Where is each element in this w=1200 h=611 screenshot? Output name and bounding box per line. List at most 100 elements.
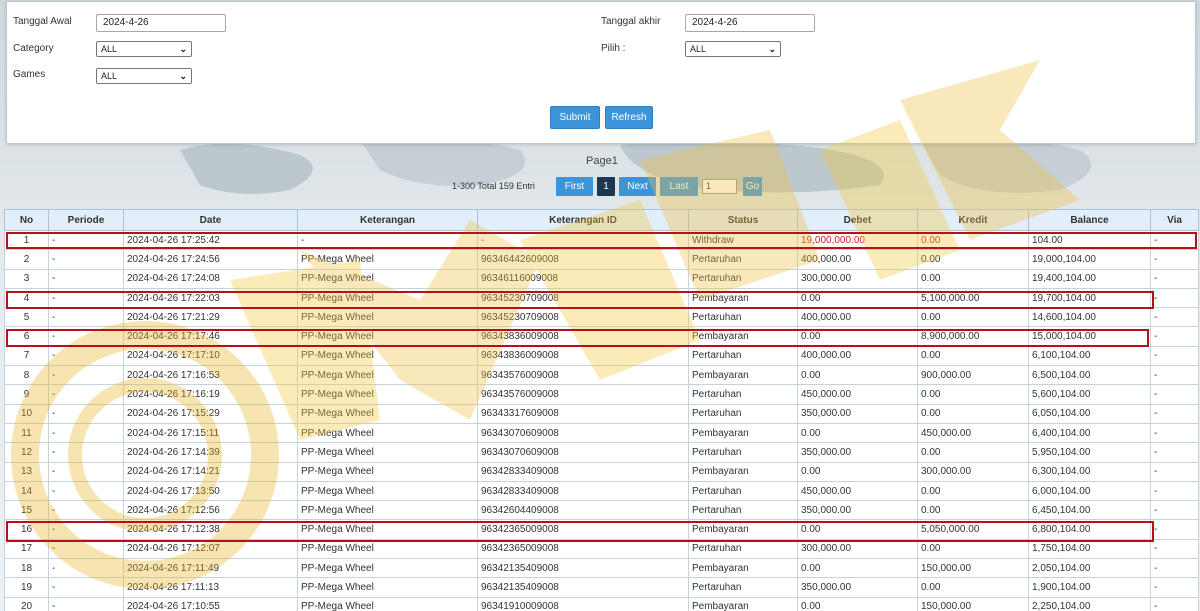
table-row: 14-2024-04-26 17:13:50 PP-Mega Wheel 96342…	[4, 480, 1199, 502]
table-cell: 5,600,104.00	[1028, 384, 1151, 405]
category-select[interactable]: ALL ⌄	[96, 41, 192, 57]
table-cell: 4	[4, 287, 49, 309]
table-cell: -	[48, 365, 124, 386]
table-cell: -	[48, 326, 124, 347]
table-cell: 0.00	[797, 461, 918, 482]
table-cell: 15	[4, 500, 49, 521]
table-cell: -	[1150, 384, 1199, 405]
games-select[interactable]: ALL ⌄	[96, 68, 192, 84]
table-cell: 19,700,104.00	[1028, 287, 1151, 309]
category-select-value: ALL	[101, 44, 118, 54]
last-page-button[interactable]: Last	[660, 177, 698, 196]
go-button[interactable]: Go	[743, 177, 762, 196]
table-cell: 96345230709008	[477, 307, 689, 328]
column-header: Kredit	[917, 209, 1029, 231]
table-cell: 0.00	[797, 326, 918, 347]
refresh-button[interactable]: Refresh	[605, 106, 653, 129]
table-cell: PP-Mega Wheel	[297, 480, 478, 502]
chevron-down-icon: ⌄	[179, 44, 187, 54]
table-cell: -	[48, 287, 124, 309]
table-cell: 6,800,104.00	[1028, 519, 1151, 540]
table-cell: PP-Mega Wheel	[297, 268, 478, 289]
table-cell: -	[1150, 345, 1199, 367]
table-cell: -	[48, 422, 124, 444]
table-cell: 0.00	[797, 422, 918, 444]
table-cell: 2024-04-26 17:15:29	[123, 403, 298, 424]
table-cell: -	[48, 519, 124, 540]
table-row: 19-2024-04-26 17:11:13 PP-Mega Wheel 96342…	[4, 577, 1199, 598]
table-cell: 900,000.00	[917, 365, 1029, 386]
table-cell: 300,000.00	[917, 461, 1029, 482]
table-cell: -	[1150, 480, 1199, 502]
table-cell: 300,000.00	[797, 538, 918, 560]
table-cell: 2024-04-26 17:11:49	[123, 558, 298, 579]
table-cell: -	[48, 229, 124, 251]
table-cell: PP-Mega Wheel	[297, 558, 478, 579]
table-cell: 150,000.00	[917, 596, 1029, 611]
page-number-input[interactable]: 1	[702, 179, 737, 194]
column-header: Balance	[1028, 209, 1151, 231]
table-cell: 0.00	[797, 558, 918, 579]
table-cell: 11	[4, 422, 49, 444]
submit-button[interactable]: Submit	[550, 106, 600, 129]
next-page-button[interactable]: Next	[619, 177, 656, 196]
table-row: 9-2024-04-26 17:16:19 PP-Mega Wheel 963435…	[4, 384, 1199, 405]
table-cell: 96341910009008	[477, 596, 689, 611]
table-row: 18-2024-04-26 17:11:49 PP-Mega Wheel 96342…	[4, 558, 1199, 579]
table-cell: 2024-04-26 17:11:13	[123, 577, 298, 598]
table-cell: 5,950,104.00	[1028, 442, 1151, 463]
table-cell: PP-Mega Wheel	[297, 442, 478, 463]
table-cell: -	[48, 307, 124, 328]
table-cell: Pertaruhan	[688, 345, 798, 367]
table-cell: 0.00	[797, 365, 918, 386]
table-cell: 0.00	[917, 345, 1029, 367]
table-cell: 400,000.00	[797, 307, 918, 328]
table-cell: Pembayaran	[688, 519, 798, 540]
start-date-input[interactable]: 2024-4-26	[96, 14, 226, 32]
transaction-table: No Periode Date Keterangan Keterangan ID Stat…	[4, 209, 1199, 611]
table-cell: 2024-04-26 17:24:08	[123, 268, 298, 289]
table-cell: -	[48, 384, 124, 405]
end-date-input[interactable]: 2024-4-26	[685, 14, 815, 32]
table-cell: Pembayaran	[688, 422, 798, 444]
table-cell: -	[48, 249, 124, 270]
table-cell: 2024-04-26 17:12:38	[123, 519, 298, 540]
table-cell: 2024-04-26 17:21:29	[123, 307, 298, 328]
table-cell: 350,000.00	[797, 500, 918, 521]
table-cell: 6,100,104.00	[1028, 345, 1151, 367]
table-cell: -	[1150, 577, 1199, 598]
table-cell: PP-Mega Wheel	[297, 500, 478, 521]
table-body: 1-2024-04-26 17:25:42- - Withdraw 19,000,00…	[4, 229, 1199, 611]
table-cell: 19	[4, 577, 49, 598]
table-cell: 19,400,104.00	[1028, 268, 1151, 289]
filter-panel: Tanggal Awal 2024-4-26 Tanggal akhir 202…	[6, 1, 1196, 144]
table-cell: 0.00	[917, 249, 1029, 270]
table-row: 8-2024-04-26 17:16:53 PP-Mega Wheel 963435…	[4, 365, 1199, 386]
current-page-button[interactable]: 1	[597, 177, 615, 196]
table-cell: 1,750,104.00	[1028, 538, 1151, 560]
table-cell: 5,050,000.00	[917, 519, 1029, 540]
table-cell: 12	[4, 442, 49, 463]
table-cell: Pertaruhan	[688, 480, 798, 502]
table-cell: -	[48, 442, 124, 463]
table-cell: -	[48, 461, 124, 482]
table-cell: 1,900,104.00	[1028, 577, 1151, 598]
table-cell: Pembayaran	[688, 461, 798, 482]
table-cell: -	[1150, 519, 1199, 540]
table-row: 13-2024-04-26 17:14:21 PP-Mega Wheel 96342…	[4, 461, 1199, 482]
table-cell: 2024-04-26 17:16:19	[123, 384, 298, 405]
table-cell: Pertaruhan	[688, 268, 798, 289]
table-cell: 0.00	[917, 538, 1029, 560]
table-cell: 2024-04-26 17:17:10	[123, 345, 298, 367]
pilih-select[interactable]: ALL ⌄	[685, 41, 781, 57]
table-cell: PP-Mega Wheel	[297, 384, 478, 405]
table-row: 16-2024-04-26 17:12:38 PP-Mega Wheel 96342…	[4, 519, 1199, 540]
table-cell: 17	[4, 538, 49, 560]
table-cell: -	[1150, 229, 1199, 251]
table-cell: 15,000,104.00	[1028, 326, 1151, 347]
first-page-button[interactable]: First	[556, 177, 593, 196]
table-cell: -	[48, 403, 124, 424]
table-cell: 0.00	[917, 577, 1029, 598]
table-cell: -	[48, 538, 124, 560]
table-cell: -	[1150, 326, 1199, 347]
